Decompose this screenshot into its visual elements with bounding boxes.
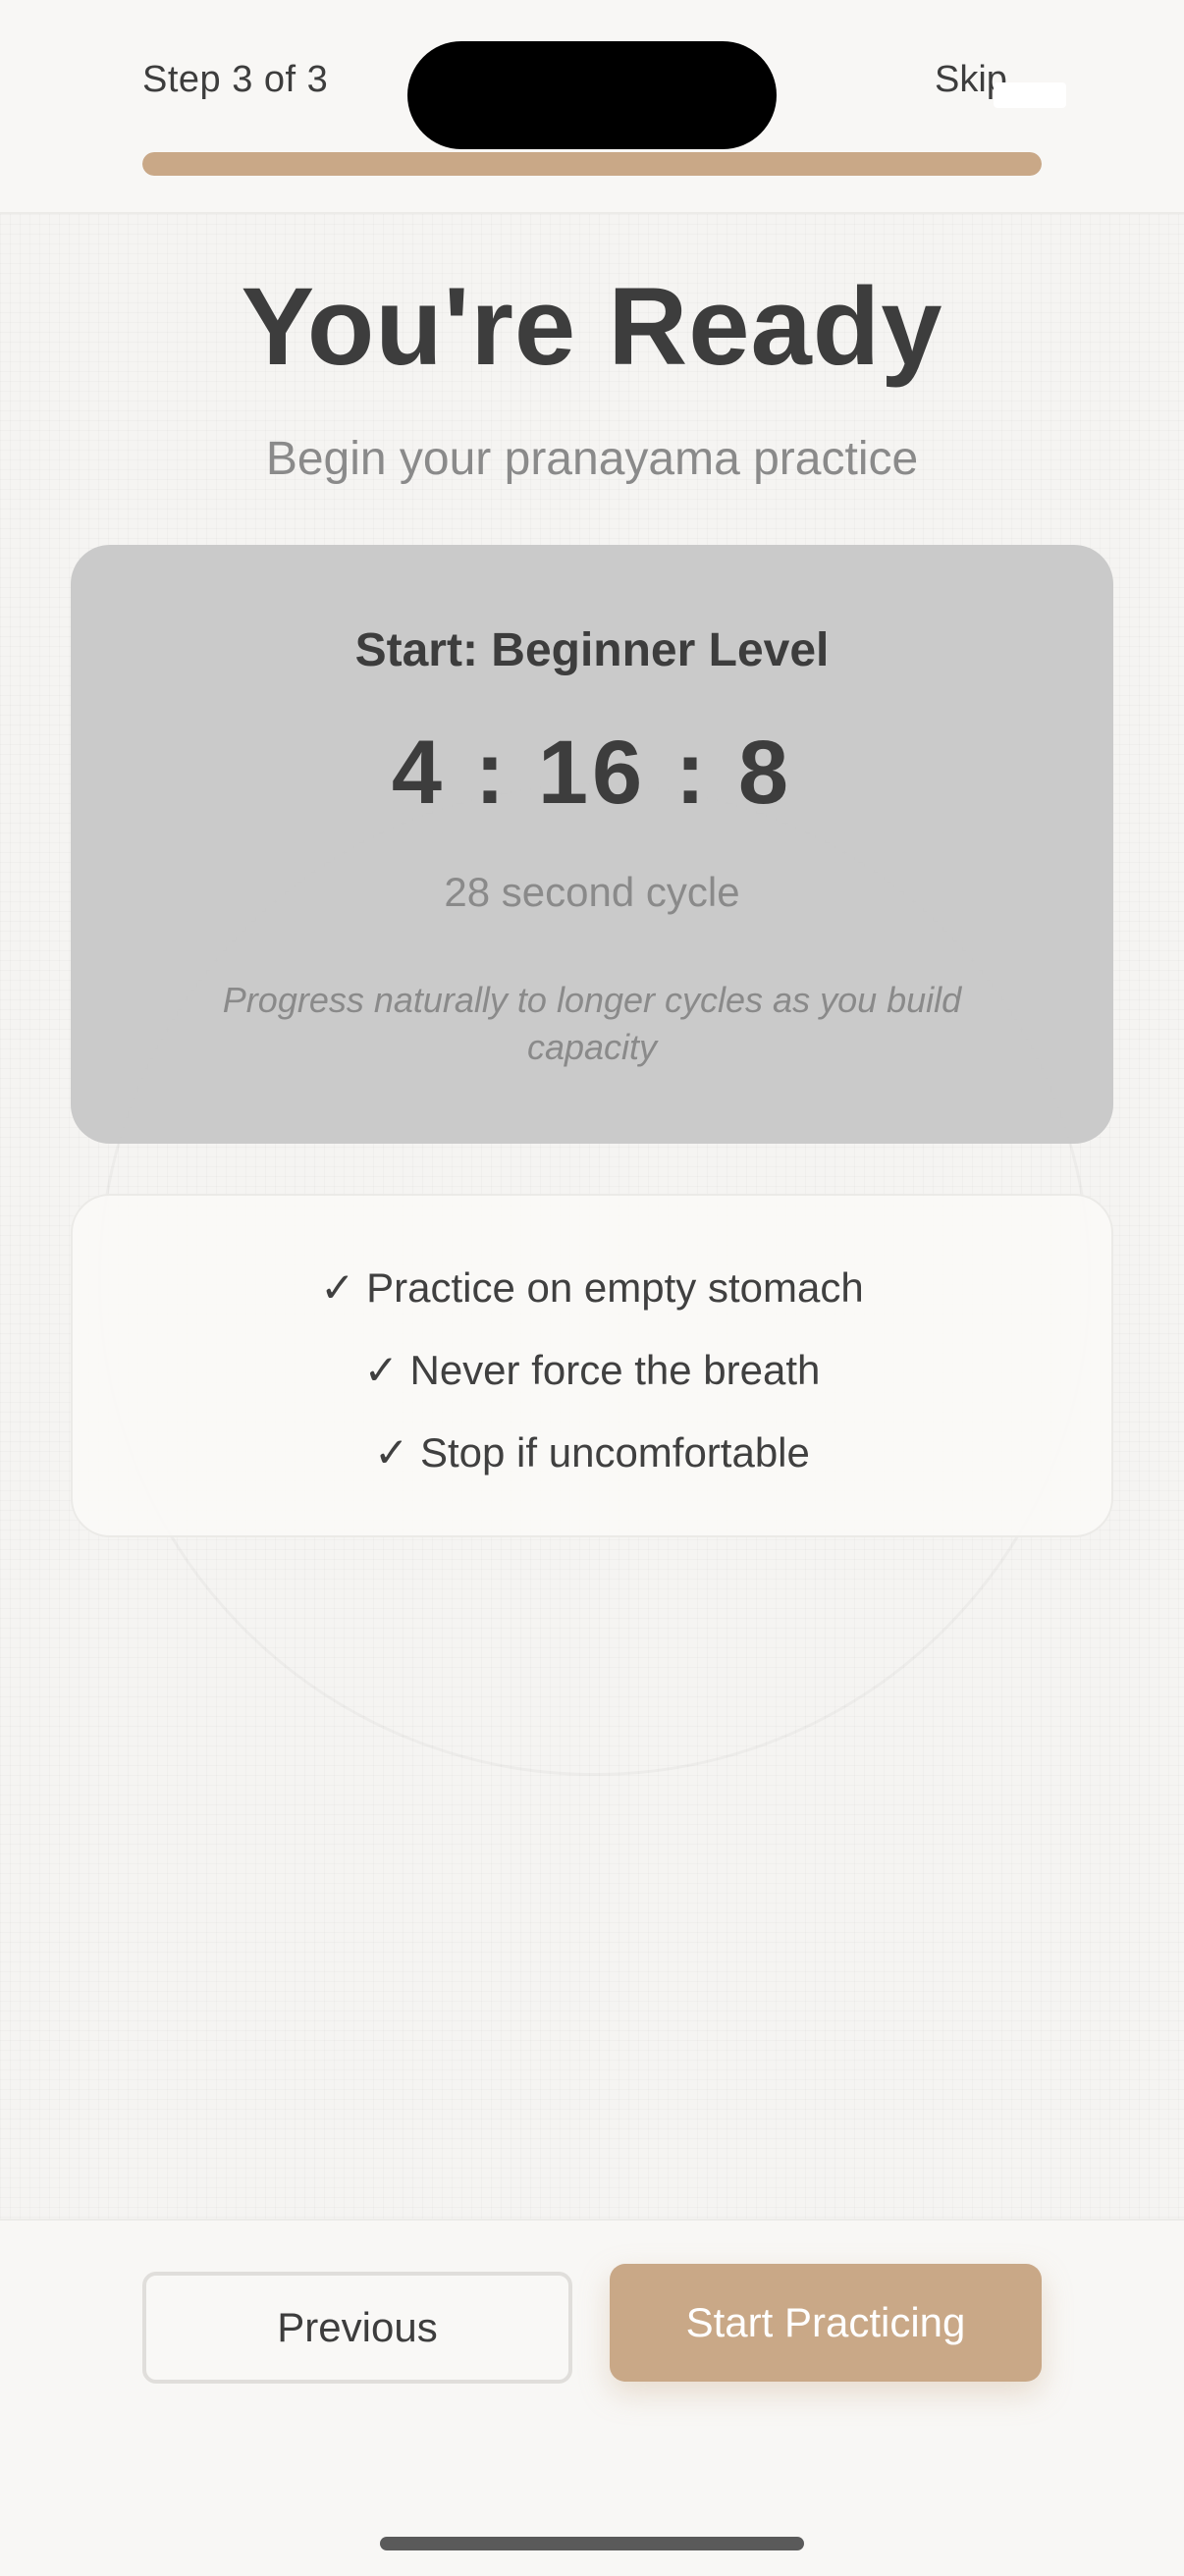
start-practicing-button[interactable]: Start Practicing — [610, 2264, 1042, 2382]
breath-ratio: 4 : 16 : 8 — [391, 723, 793, 823]
level-card: Start: Beginner Level 4 : 16 : 8 28 seco… — [71, 545, 1113, 1144]
previous-button[interactable]: Previous — [142, 2272, 572, 2384]
page-title: You're Ready — [241, 265, 943, 388]
dynamic-island — [407, 41, 777, 149]
home-indicator — [380, 2537, 804, 2550]
footer-nav: Previous Start Practicing — [0, 2219, 1184, 2576]
progression-note: Progress naturally to longer cycles as y… — [222, 980, 962, 1067]
level-title: Start: Beginner Level — [354, 624, 830, 676]
main-content: You're Ready Begin your pranayama practi… — [0, 214, 1184, 2219]
safety-tips-list: ✓ Practice on empty stomach ✓ Never forc… — [73, 1247, 1111, 1494]
step-indicator: Step 3 of 3 — [142, 59, 329, 100]
progress-bar-fill — [142, 152, 1042, 176]
cycle-duration: 28 second cycle — [444, 869, 740, 915]
progress-bar — [142, 152, 1042, 176]
page-subtitle: Begin your pranayama practice — [265, 433, 919, 485]
tip-item: ✓ Stop if uncomfortable — [374, 1429, 810, 1476]
tip-item: ✓ Practice on empty stomach — [320, 1264, 864, 1311]
status-bar-indicator — [994, 82, 1066, 108]
tip-item: ✓ Never force the breath — [363, 1347, 821, 1393]
safety-tips-card: ✓ Practice on empty stomach ✓ Never forc… — [71, 1194, 1113, 1537]
top-bar: Step 3 of 3 Skip — [0, 0, 1184, 214]
